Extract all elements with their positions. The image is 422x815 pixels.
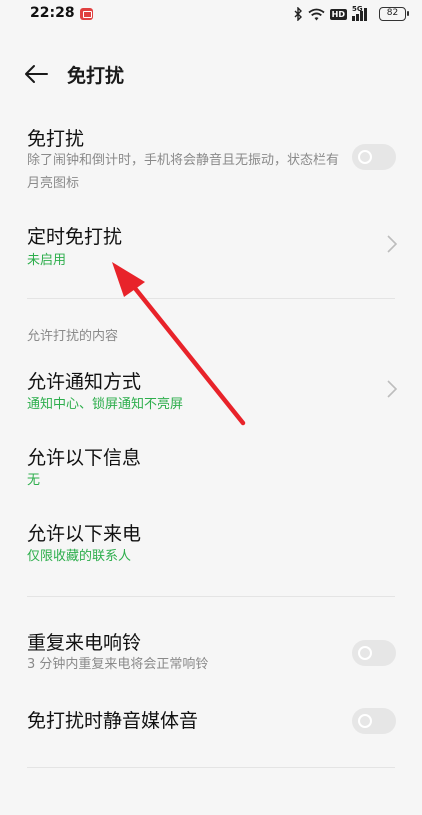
- status-indicators: HD 5G 82: [294, 5, 409, 22]
- allow-messages-status: 无: [27, 473, 41, 488]
- allow-notification-method-title: 允许通知方式: [27, 371, 142, 393]
- scheduled-dnd-status: 未启用: [27, 253, 67, 268]
- mute-media-row[interactable]: 免打扰时静音媒体音: [0, 704, 422, 744]
- app-notification-icon: [80, 8, 93, 20]
- scheduled-dnd-title: 定时免打扰: [27, 226, 123, 248]
- chevron-right-icon: [387, 380, 398, 398]
- scheduled-dnd-row[interactable]: 定时免打扰 未启用: [0, 220, 422, 280]
- battery-icon: 82: [379, 7, 409, 21]
- allow-calls-row[interactable]: 允许以下来电 仅限收藏的联系人: [0, 517, 422, 577]
- mute-media-switch[interactable]: [352, 708, 396, 734]
- repeat-calls-title: 重复来电响铃: [27, 632, 142, 654]
- dnd-switch[interactable]: [352, 144, 396, 170]
- allow-notification-method-status: 通知中心、锁屏通知不亮屏: [27, 397, 184, 412]
- dnd-settings-screen: 22:28 HD 5G 82 免打扰 免打扰 除了闹钟和倒计时，手机将会静音且无…: [0, 0, 422, 815]
- chevron-right-icon: [387, 235, 398, 253]
- status-bar: 22:28 HD 5G 82: [0, 0, 422, 30]
- bluetooth-icon: [294, 7, 302, 21]
- allow-calls-title: 允许以下来电: [27, 523, 142, 545]
- hd-voice-badge: HD: [329, 8, 347, 20]
- status-time: 22:28: [30, 5, 75, 21]
- allow-messages-title: 允许以下信息: [27, 447, 142, 469]
- section-divider: [27, 298, 395, 299]
- section-divider: [27, 767, 395, 768]
- mute-media-title: 免打扰时静音媒体音: [27, 710, 199, 732]
- dnd-toggle-row[interactable]: 免打扰 除了闹钟和倒计时，手机将会静音且无振动，状态栏有月亮图标: [0, 118, 422, 198]
- allow-calls-status: 仅限收藏的联系人: [27, 549, 132, 564]
- cellular-signal-icon: 5G: [352, 5, 374, 21]
- allow-messages-row[interactable]: 允许以下信息 无: [0, 441, 422, 501]
- page-title: 免打扰: [67, 65, 125, 87]
- app-header: 免打扰: [0, 54, 422, 94]
- section-divider: [27, 596, 395, 597]
- dnd-title: 免打扰: [27, 128, 85, 150]
- allow-notification-method-row[interactable]: 允许通知方式 通知中心、锁屏通知不亮屏: [0, 365, 422, 425]
- section-label-allowed-content: 允许打扰的内容: [27, 329, 119, 344]
- repeat-calls-row[interactable]: 重复来电响铃 3 分钟内重复来电将会正常响铃: [0, 626, 422, 686]
- repeat-calls-description: 3 分钟内重复来电将会正常响铃: [27, 657, 209, 672]
- dnd-description: 除了闹钟和倒计时，手机将会静音且无振动，状态栏有月亮图标: [27, 153, 340, 191]
- back-arrow-icon[interactable]: [22, 62, 50, 86]
- wifi-icon: [308, 8, 325, 20]
- repeat-calls-switch[interactable]: [352, 640, 396, 666]
